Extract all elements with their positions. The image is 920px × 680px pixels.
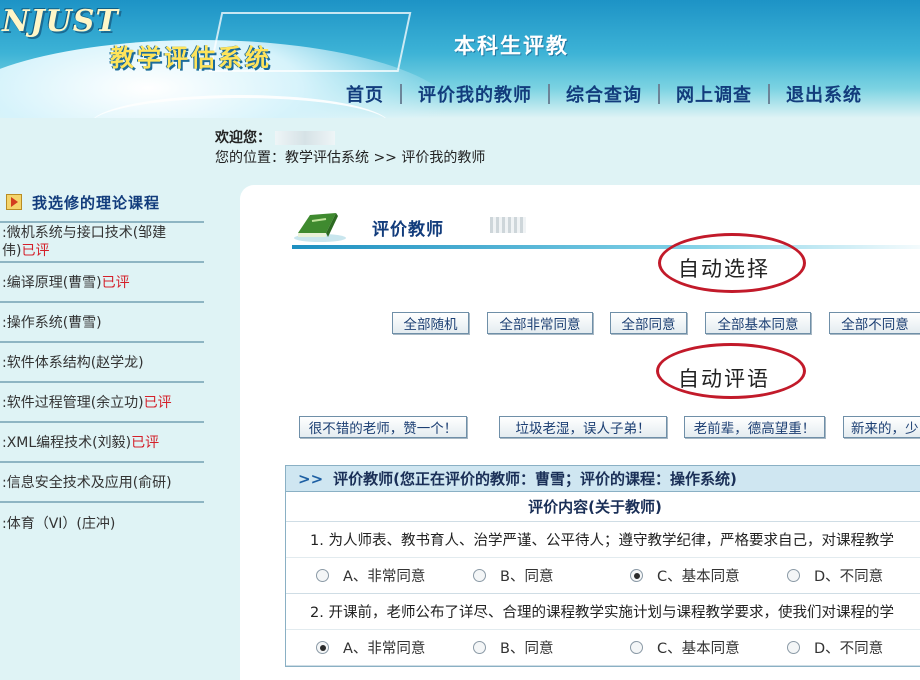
radio-button[interactable] [630, 641, 643, 654]
logo-text: NJUST [2, 4, 119, 39]
question-text: 1. 为人师表、教书育人、治学严谨、公平待人；遵守教学纪律，严格要求自己，对课程… [286, 522, 920, 558]
user-name-blurred [275, 131, 335, 145]
option-label: C、基本同意 [657, 641, 740, 657]
option-d[interactable]: D、不同意 [787, 637, 920, 658]
option-d[interactable]: D、不同意 [787, 565, 920, 586]
sidebar-header: 我选修的理论课程 [0, 183, 204, 223]
sidebar-course-item[interactable]: :操作系统(曹雪) [0, 303, 204, 343]
double-chevron-icon: >> [298, 469, 324, 488]
course-status: 已评 [21, 243, 50, 259]
radio-button[interactable] [787, 641, 800, 654]
comment-negative-button[interactable]: 垃圾老湿，误人子弟！ [499, 416, 667, 438]
select-all-random-button[interactable]: 全部随机 [392, 312, 469, 334]
option-label: A、非常同意 [343, 641, 426, 657]
top-nav: 首页 评价我的教师 综合查询 网上调查 退出系统 [330, 79, 878, 109]
radio-button[interactable] [787, 569, 800, 582]
radio-button-selected[interactable] [316, 641, 329, 654]
select-all-basically-agree-button[interactable]: 全部基本同意 [705, 312, 811, 334]
option-a[interactable]: A、非常同意 [316, 637, 473, 658]
question-options: A、非常同意 B、同意 C、基本同意 D、不同意 [286, 630, 920, 666]
annotation-auto-comment: 自动评语 [678, 367, 770, 391]
course-name: :软件体系结构(赵学龙) [2, 355, 144, 371]
course-name: :体育（VI）(庄冲) [2, 516, 116, 532]
course-name: :信息安全技术及应用(俞研) [2, 475, 172, 491]
course-status: 已评 [131, 435, 160, 451]
auto-comment-buttons: 很不错的老师，赞一个！ 垃圾老湿，误人子弟！ 老前辈，德高望重！ 新来的，少 [299, 416, 920, 438]
nav-rate-teachers[interactable]: 评价我的教师 [402, 81, 548, 107]
nav-home[interactable]: 首页 [330, 81, 400, 107]
course-status: 已评 [143, 395, 172, 411]
course-name-cont: 伟) [2, 243, 22, 259]
comment-praise-button[interactable]: 很不错的老师，赞一个！ [299, 416, 467, 438]
breadcrumb: 您的位置：教学评估系统 >> 评价我的教师 [215, 150, 486, 166]
radio-button[interactable] [473, 641, 486, 654]
sidebar-course-item[interactable]: :微机系统与接口技术(邹建 伟)已评 [0, 223, 204, 263]
evaluation-table: >> 评价教师(您正在评价的教师：曹雪；评价的课程：操作系统) 评价内容(关于教… [285, 465, 920, 667]
option-b[interactable]: B、同意 [473, 565, 630, 586]
nav-logout[interactable]: 退出系统 [770, 81, 878, 107]
comment-veteran-button[interactable]: 老前辈，德高望重！ [684, 416, 825, 438]
option-label: B、同意 [500, 641, 554, 657]
option-c[interactable]: C、基本同意 [630, 565, 787, 586]
sidebar-title: 我选修的理论课程 [32, 193, 161, 212]
arrow-right-icon [6, 194, 22, 210]
course-name: :XML编程技术(刘毅) [2, 435, 132, 451]
blurred-text [490, 217, 526, 233]
header-banner: NJUST 教学评估系统 本科生评教 首页 评价我的教师 综合查询 网上调查 退… [0, 0, 920, 118]
nav-query[interactable]: 综合查询 [550, 81, 658, 107]
select-all-strongly-agree-button[interactable]: 全部非常同意 [487, 312, 593, 334]
radio-button[interactable] [316, 569, 329, 582]
course-name: :编译原理(曹雪) [2, 275, 102, 291]
option-label: B、同意 [500, 569, 554, 585]
main-panel: 评价教师 自动选择 全部随机 全部非常同意 全部同意 全部基本同意 全部不同意 … [240, 185, 920, 680]
option-label: D、不同意 [814, 641, 884, 657]
option-b[interactable]: B、同意 [473, 637, 630, 658]
option-label: C、基本同意 [657, 569, 740, 585]
course-status: 已评 [101, 275, 130, 291]
option-c[interactable]: C、基本同意 [630, 637, 787, 658]
option-a[interactable]: A、非常同意 [316, 565, 473, 586]
option-label: D、不同意 [814, 569, 884, 585]
nav-survey[interactable]: 网上调查 [660, 81, 768, 107]
welcome-greeting: 欢迎您： [215, 130, 271, 146]
header-underline [292, 245, 920, 249]
annotation-auto-select: 自动选择 [678, 257, 770, 281]
select-all-agree-button[interactable]: 全部同意 [610, 312, 687, 334]
panel-header: 评价教师 [292, 205, 920, 255]
sidebar-course-item[interactable]: :体育（VI）(庄冲) [0, 503, 204, 543]
question-options: A、非常同意 B、同意 C、基本同意 D、不同意 [286, 558, 920, 594]
evaluation-header: >> 评价教师(您正在评价的教师：曹雪；评价的课程：操作系统) [286, 466, 920, 492]
panel-title: 评价教师 [372, 220, 444, 240]
evaluation-subheader: 评价内容(关于教师) [286, 492, 920, 522]
auto-select-buttons: 全部随机 全部非常同意 全部同意 全部基本同意 全部不同意 [392, 312, 920, 334]
system-name: 教学评估系统 [110, 44, 272, 72]
course-sidebar: 我选修的理论课程 :微机系统与接口技术(邹建 伟)已评 :编译原理(曹雪) 已评 … [0, 183, 204, 543]
radio-button[interactable] [473, 569, 486, 582]
select-all-disagree-button[interactable]: 全部不同意 [829, 312, 920, 334]
option-label: A、非常同意 [343, 569, 426, 585]
site-subtitle: 本科生评教 [454, 34, 569, 58]
comment-newcomer-button[interactable]: 新来的，少 [843, 416, 920, 438]
course-name: :软件过程管理(余立功) [2, 395, 144, 411]
radio-button-selected[interactable] [630, 569, 643, 582]
sidebar-course-item[interactable]: :信息安全技术及应用(俞研) [0, 463, 204, 503]
sidebar-course-item[interactable]: :XML编程技术(刘毅) 已评 [0, 423, 204, 463]
question-text: 2. 开课前，老师公布了详尽、合理的课程教学实施计划与课程教学要求，使我们对课程… [286, 594, 920, 630]
evaluation-title: 评价教师(您正在评价的教师：曹雪；评价的课程：操作系统) [333, 470, 737, 488]
sidebar-course-item[interactable]: :编译原理(曹雪) 已评 [0, 263, 204, 303]
book-icon [294, 213, 346, 242]
sidebar-course-item[interactable]: :软件体系结构(赵学龙) [0, 343, 204, 383]
course-name: :微机系统与接口技术(邹建 [2, 225, 167, 241]
welcome-area: 欢迎您： 您的位置：教学评估系统 >> 评价我的教师 [215, 128, 485, 168]
sidebar-course-item[interactable]: :软件过程管理(余立功) 已评 [0, 383, 204, 423]
course-name: :操作系统(曹雪) [2, 315, 102, 331]
